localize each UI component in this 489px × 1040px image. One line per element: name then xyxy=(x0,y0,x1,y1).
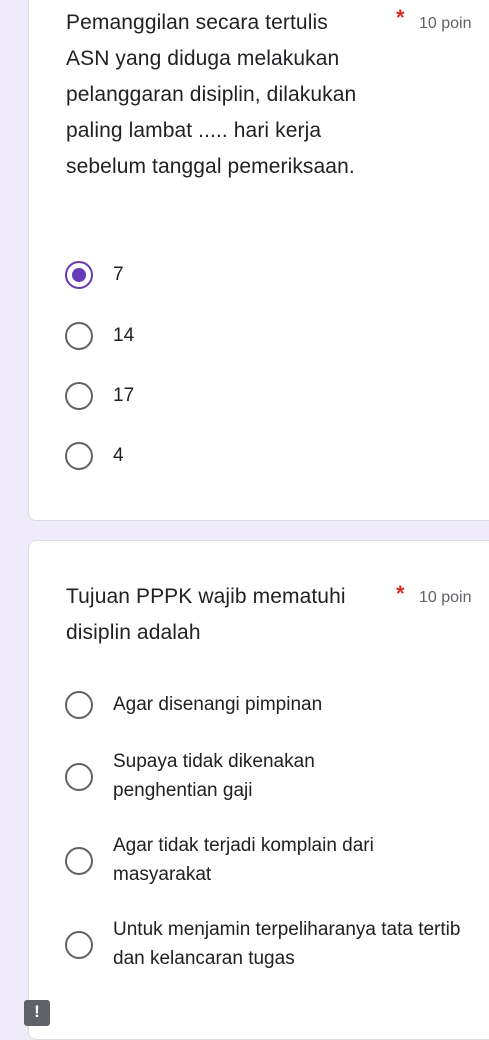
required-marker: * xyxy=(396,581,405,606)
radio-icon[interactable] xyxy=(65,691,93,719)
option-label: Agar tidak terjadi komplain dari masyara… xyxy=(113,835,374,885)
option-label: 17 xyxy=(113,385,135,406)
option-label: 7 xyxy=(113,264,124,285)
radio-icon[interactable] xyxy=(65,763,93,791)
question-card-1: Pemanggilan secara tertulis ASN yang did… xyxy=(28,0,489,521)
option-label: Untuk menjamin terpeliharanya tata terti… xyxy=(113,919,461,969)
question-2-title: Tujuan PPPK wajib mematuhi disiplin adal… xyxy=(66,585,346,644)
option-label: Supaya tidak dikenakan penghentian gaji xyxy=(113,751,315,801)
question-2-points: 10 poin xyxy=(419,589,472,606)
radio-selected-icon[interactable] xyxy=(65,261,93,289)
option-label: Agar disenangi pimpinan xyxy=(113,694,323,715)
radio-icon[interactable] xyxy=(65,442,93,470)
radio-icon[interactable] xyxy=(65,847,93,875)
option-label: 4 xyxy=(113,445,124,466)
radio-icon[interactable] xyxy=(65,382,93,410)
radio-icon[interactable] xyxy=(65,931,93,959)
alert-icon[interactable]: ! xyxy=(24,1000,50,1026)
question-card-2: Tujuan PPPK wajib mematuhi disiplin adal… xyxy=(28,540,489,1040)
question-1-points: 10 poin xyxy=(419,15,472,32)
required-marker: * xyxy=(396,5,405,30)
question-1-title: Pemanggilan secara tertulis ASN yang did… xyxy=(66,11,357,178)
option-label: 14 xyxy=(113,325,135,346)
radio-icon[interactable] xyxy=(65,322,93,350)
